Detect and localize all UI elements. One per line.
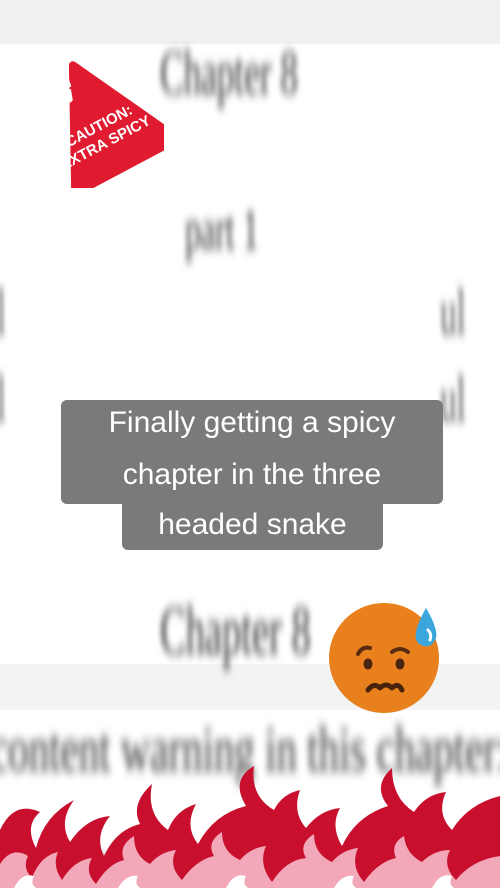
blurred-fragment-right: ul [440, 363, 466, 436]
blurred-fragment-right: ul [440, 276, 466, 349]
blurred-subheading: part 1 [185, 197, 259, 262]
sweat-drop-icon [415, 608, 437, 647]
blurred-fragment-left: ul [0, 362, 6, 438]
caution-extra-spicy-sticker: CAUTION: EXTRA SPICY [58, 61, 164, 188]
blurred-fragment-left: ul [0, 275, 6, 351]
blurred-heading: Chapter 8 [160, 37, 298, 108]
blurred-chapter-title: Chapter 8 [160, 593, 311, 670]
anxious-face-with-sweat-emoji [329, 603, 439, 713]
caption-line-3: headed snake [122, 504, 383, 550]
caption-line-2: chapter in the three [61, 446, 443, 504]
flames-border [0, 766, 500, 888]
caption-line-1: Finally getting a spicy [61, 400, 443, 446]
